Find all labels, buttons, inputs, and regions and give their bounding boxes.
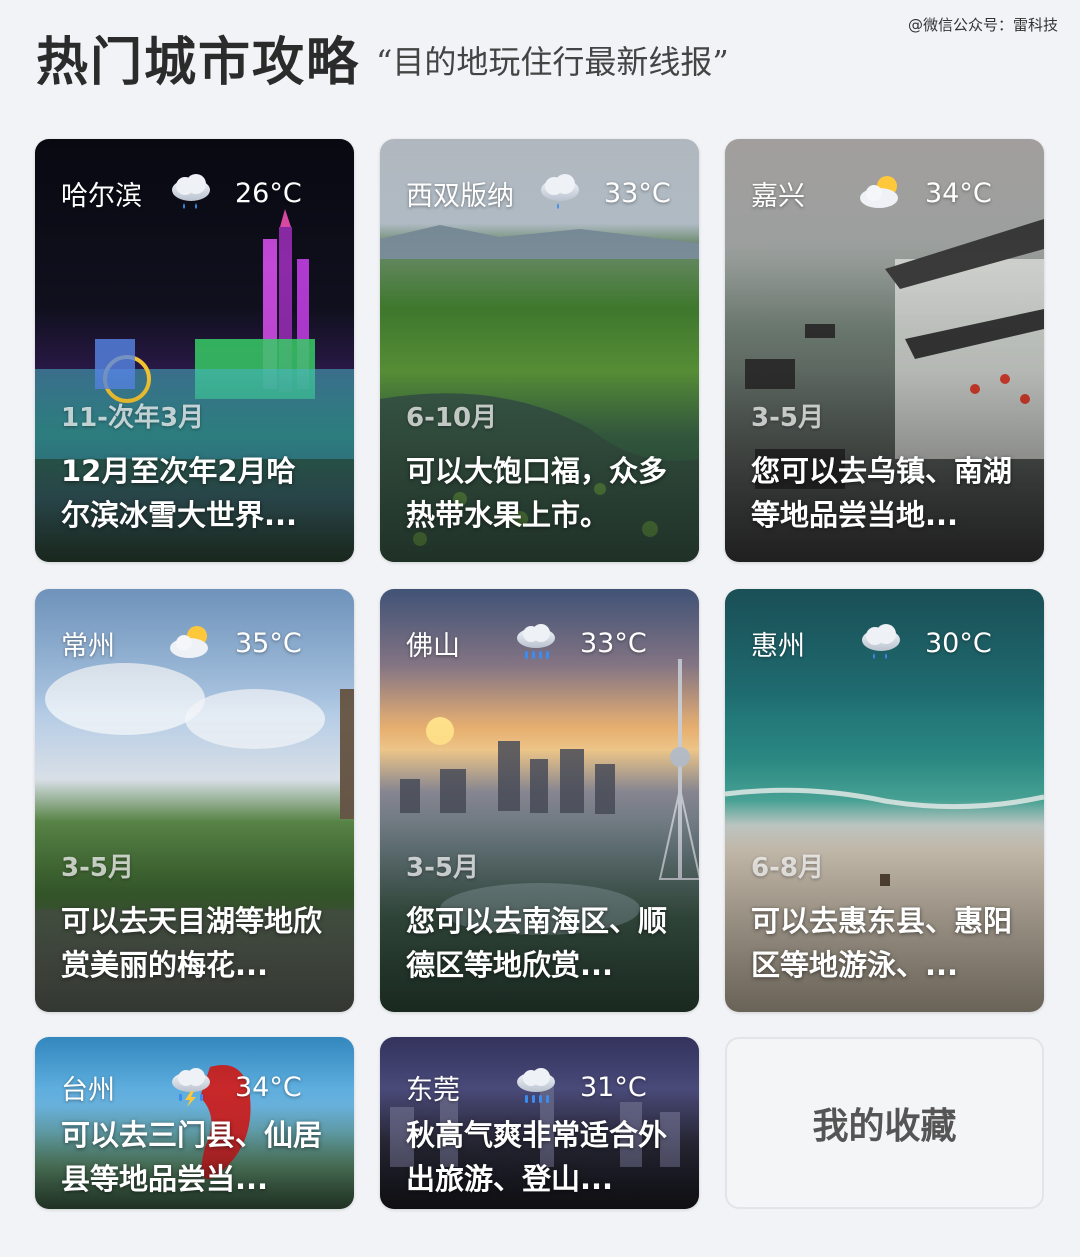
- heavy-rain-icon: [517, 1068, 555, 1103]
- temperature: 33°C: [580, 627, 647, 659]
- partly-cloudy-icon: [170, 626, 208, 658]
- city-name: 常州: [61, 630, 115, 662]
- city-description: 您可以去乌镇、南湖等地品尝当地...: [751, 454, 1013, 532]
- city-card-taizhou[interactable]: 台州 34°C 可以去三门县、仙居县等地品尝当...: [35, 1037, 354, 1209]
- city-name: 佛山: [406, 630, 460, 662]
- temperature: 35°C: [235, 627, 302, 659]
- best-months: 3-5月: [751, 403, 824, 433]
- city-card-huizhou[interactable]: 惠州 30°C 6-8月 可以去惠东县、惠阳区等地游泳、...: [725, 589, 1044, 1012]
- city-description: 可以去惠东县、惠阳区等地游泳、...: [751, 904, 1013, 982]
- best-months: 11-次年3月: [61, 403, 205, 433]
- city-name: 西双版纳: [406, 180, 514, 212]
- partly-cloudy-icon: [860, 176, 898, 208]
- city-name: 东莞: [406, 1074, 460, 1106]
- city-description: 12月至次年2月哈尔滨冰雪大世界...: [61, 454, 298, 532]
- rain-cloud-icon: [862, 624, 900, 659]
- rain-cloud-icon: [172, 174, 210, 209]
- thunderstorm-icon: [172, 1068, 210, 1107]
- rain-cloud-icon: [541, 174, 579, 209]
- city-name: 嘉兴: [751, 180, 805, 212]
- best-months: 3-5月: [406, 853, 479, 883]
- city-card-foshan[interactable]: 佛山 33°C 3-5月 您可以去南海区、顺德区等地欣赏...: [380, 589, 699, 1012]
- city-name: 惠州: [751, 630, 805, 662]
- city-card-jiaxing[interactable]: 嘉兴 34°C 3-5月 您可以去乌镇、南湖等地品尝当地...: [725, 139, 1044, 562]
- city-description: 可以去三门县、仙居县等地品尝当...: [61, 1118, 323, 1196]
- temperature: 30°C: [925, 627, 992, 659]
- temperature: 31°C: [580, 1071, 647, 1103]
- city-card-xishuangbanna[interactable]: 西双版纳 33°C 6-10月 可以大饱口福，众多热带水果上市。: [380, 139, 699, 562]
- city-card-dongguan[interactable]: 东莞 31°C 秋高气爽非常适合外出旅游、登山...: [380, 1037, 699, 1209]
- city-name: 哈尔滨: [61, 180, 142, 212]
- city-description: 您可以去南海区、顺德区等地欣赏...: [406, 904, 668, 982]
- temperature: 33°C: [604, 177, 671, 209]
- city-card-changzhou[interactable]: 常州 35°C 3-5月 可以去天目湖等地欣赏美丽的梅花...: [35, 589, 354, 1012]
- my-favorites-button[interactable]: 我的收藏: [725, 1037, 1044, 1209]
- best-months: 3-5月: [61, 853, 134, 883]
- city-description: 可以去天目湖等地欣赏美丽的梅花...: [61, 904, 323, 982]
- page-header: 热门城市攻略 “目的地玩住行最新线报”: [36, 22, 729, 93]
- city-card-harbin[interactable]: 哈尔滨 26°C 11-次年3月 12月至次年2月哈尔滨冰雪大世界...: [35, 139, 354, 562]
- page-subtitle: “目的地玩住行最新线报”: [376, 43, 729, 81]
- my-favorites-label: 我的收藏: [812, 1106, 957, 1147]
- city-name: 台州: [61, 1074, 115, 1106]
- city-description: 可以大饱口福，众多热带水果上市。: [406, 454, 668, 532]
- page-title: 热门城市攻略: [36, 32, 361, 93]
- heavy-rain-icon: [517, 624, 555, 659]
- best-months: 6-10月: [406, 403, 498, 433]
- city-description: 秋高气爽非常适合外出旅游、登山...: [406, 1118, 668, 1196]
- best-months: 6-8月: [751, 853, 824, 883]
- watermark: @微信公众号：雷科技: [907, 16, 1058, 34]
- temperature: 34°C: [925, 177, 992, 209]
- temperature: 26°C: [235, 177, 302, 209]
- temperature: 34°C: [235, 1071, 302, 1103]
